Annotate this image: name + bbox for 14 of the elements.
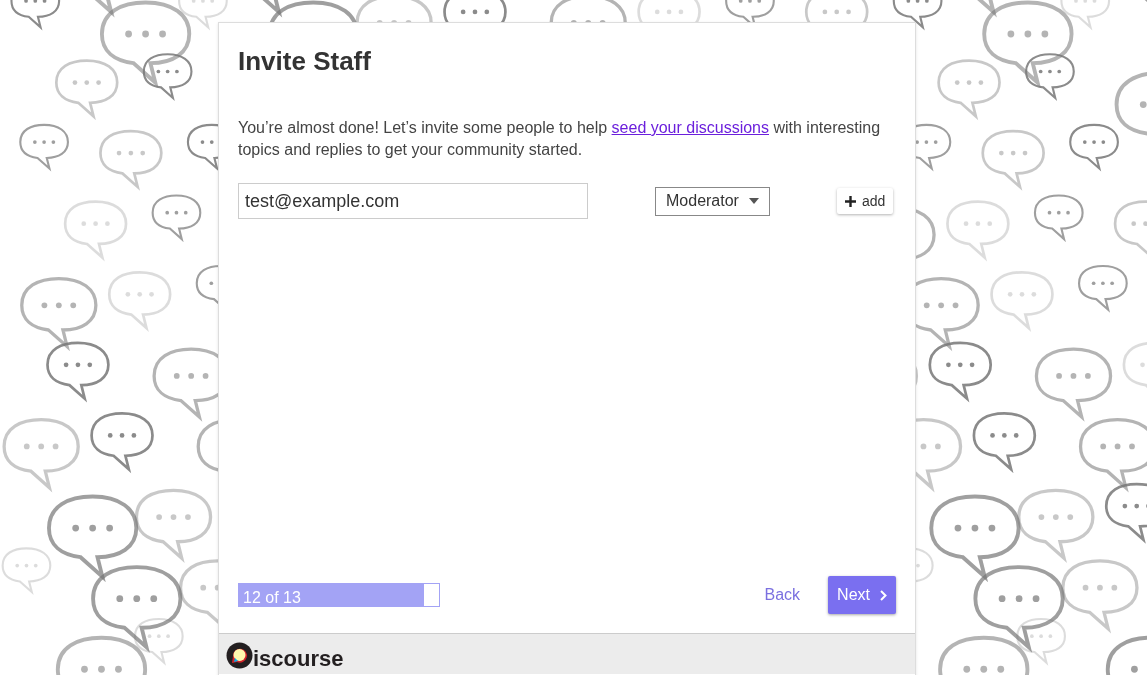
progress-label: 12 of 13 [243,588,301,608]
role-dropdown[interactable]: Moderator [655,186,770,216]
logo-text: iscourse [253,645,344,672]
next-button[interactable]: Next [828,576,896,614]
chevron-right-icon [880,589,887,601]
wizard-title: Invite Staff [238,45,371,77]
discourse-logo-icon [226,642,253,669]
email-input-field[interactable]: test@example.com [238,183,588,219]
caret-icon [748,198,759,204]
wizard-description: You’re almost done! Let’s invite some people to help seed your discussions with interesting topics and replies to get your community started. [238,118,882,160]
seed-discussions-link[interactable]: seed your discussions [611,119,769,136]
add-button[interactable]: add [836,188,894,214]
back-button[interactable]: Back [756,576,809,614]
plus-icon [844,195,856,207]
